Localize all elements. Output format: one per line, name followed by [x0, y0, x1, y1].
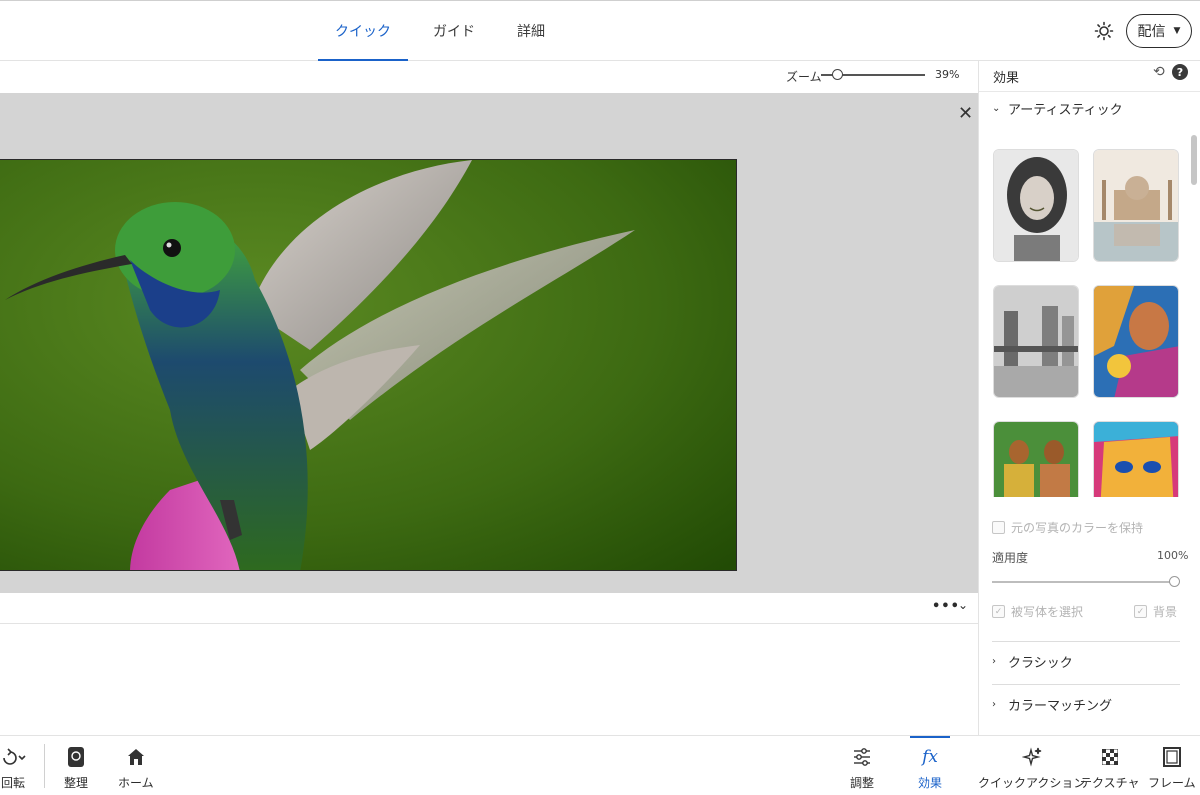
mode-tabs: クイック ガイド 詳細 — [318, 1, 562, 61]
reset-icon[interactable]: ⟲ — [1153, 64, 1165, 80]
section-artistic-label: アーティスティック — [1008, 103, 1123, 118]
tab-guided[interactable]: ガイド — [416, 1, 492, 61]
hummingbird-photo[interactable] — [0, 159, 737, 571]
texture-button[interactable]: テクスチャ — [1080, 736, 1140, 795]
section-classic-label: クラシック — [1008, 656, 1073, 671]
zoom-label: ズーム — [786, 70, 822, 84]
chevron-right-icon: › — [992, 656, 996, 667]
section-classic[interactable]: › クラシック — [992, 641, 1180, 681]
effect-thumb-cubist-face[interactable] — [1093, 421, 1179, 497]
tab-quick[interactable]: クイック — [318, 1, 408, 61]
frame-icon — [1162, 746, 1181, 768]
chevron-down-icon: ⌄ — [992, 103, 1001, 114]
organize-label: 整理 — [64, 776, 89, 790]
chevron-down-icon: ▼ — [1173, 26, 1181, 36]
panel-title: 効果 — [993, 71, 1020, 86]
rotate-button[interactable]: 回転 — [0, 736, 28, 795]
rotate-icon — [0, 746, 28, 768]
subject-checkbox[interactable]: ✓ — [992, 605, 1005, 618]
section-artistic[interactable]: ⌄ アーティスティック — [979, 91, 1200, 125]
subject-label: 被写体を選択 — [1011, 605, 1084, 619]
background-label: 背景 — [1153, 605, 1178, 619]
section-color-match-label: カラーマッチング — [1008, 699, 1113, 714]
keep-color-option[interactable]: 元の写真のカラーを保持 — [992, 519, 1143, 536]
home-label: ホーム — [118, 776, 154, 790]
help-icon[interactable]: ? — [1172, 64, 1188, 80]
zoom-row: ズーム 39% — [0, 61, 978, 93]
opacity-slider-handle[interactable] — [1169, 576, 1180, 587]
opacity-value: 100% — [1157, 549, 1189, 562]
checker-icon — [1101, 746, 1118, 768]
opacity-label: 適用度 — [992, 551, 1029, 565]
theme-sun-icon[interactable] — [1092, 19, 1116, 43]
rotate-label: 回転 — [0, 776, 25, 790]
photo-bin — [0, 625, 978, 735]
more-options-icon[interactable]: ••• — [932, 599, 960, 614]
frame-button[interactable]: フレーム — [1148, 736, 1196, 795]
share-button[interactable]: 配信 ▼ — [1126, 14, 1192, 48]
effects-label: 効果 — [918, 776, 943, 790]
background-option[interactable]: ✓ 背景 — [1134, 603, 1177, 620]
quick-actions-label: クイックアクション — [978, 776, 1086, 790]
panel-scrollbar[interactable] — [1191, 135, 1197, 185]
home-button[interactable]: ホーム — [118, 736, 154, 795]
section-color-match[interactable]: › カラーマッチング — [992, 684, 1180, 724]
keep-color-checkbox[interactable] — [992, 521, 1005, 534]
toolbar-divider — [44, 744, 45, 788]
zoom-value: 39% — [935, 68, 960, 81]
home-icon — [127, 746, 145, 768]
background-checkbox[interactable]: ✓ — [1134, 605, 1147, 618]
fx-icon: fx — [922, 747, 938, 767]
sliders-icon — [852, 746, 872, 768]
effects-panel: 効果 ⟲ ? ⌄ アーティスティック 元の写真のカラーを保持 適用度 100% … — [978, 61, 1200, 735]
effect-thumb-taj-mahal[interactable] — [1093, 149, 1179, 262]
chevron-down-icon[interactable]: ⌄ — [958, 598, 968, 612]
keep-color-label: 元の写真のカラーを保持 — [1011, 521, 1144, 535]
effect-thumb-tower-bridge[interactable] — [993, 285, 1079, 398]
canvas-area: ✕ — [0, 93, 978, 593]
bottom-toolbar: 回転 整理 ホーム 調整 fx 効果 クイックアクション テクスチャ フレーム — [0, 735, 1200, 795]
effects-thumbnail-grid — [993, 149, 1183, 497]
top-bar: クイック ガイド 詳細 配信 ▼ — [0, 0, 1200, 61]
frame-label: フレーム — [1148, 776, 1196, 790]
subject-option[interactable]: ✓ 被写体を選択 — [992, 603, 1083, 620]
close-icon[interactable]: ✕ — [958, 105, 973, 123]
texture-label: テクスチャ — [1080, 776, 1140, 790]
effect-thumb-colorful-woman[interactable] — [1093, 285, 1179, 398]
zoom-slider-handle[interactable] — [832, 69, 843, 80]
share-button-label: 配信 — [1137, 24, 1166, 40]
quick-actions-button[interactable]: クイックアクション — [978, 736, 1085, 795]
sparkle-icon — [1021, 746, 1042, 768]
organize-button[interactable]: 整理 — [64, 736, 88, 795]
effects-button[interactable]: fx 効果 — [909, 736, 951, 795]
organizer-icon — [67, 746, 85, 768]
adjust-label: 調整 — [850, 776, 875, 790]
chevron-right-icon: › — [992, 699, 996, 710]
tab-expert[interactable]: 詳細 — [500, 1, 562, 61]
adjust-button[interactable]: 調整 — [850, 736, 874, 795]
effect-thumb-tahitian-figures[interactable] — [993, 421, 1079, 497]
opacity-slider-track[interactable] — [992, 581, 1174, 583]
photo-bin-bar: ••• ⌄ — [0, 593, 978, 624]
effect-thumb-portrait-sketch[interactable] — [993, 149, 1079, 262]
